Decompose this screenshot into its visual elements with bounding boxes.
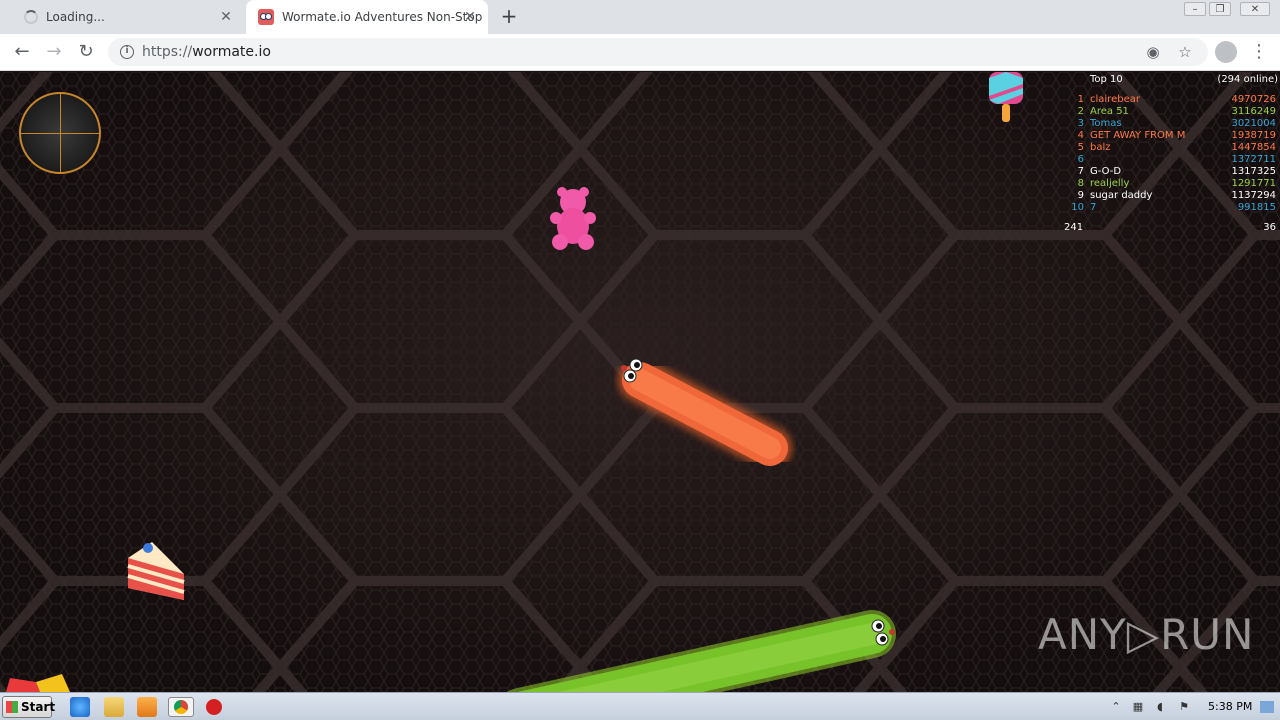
loading-spinner-icon (24, 10, 38, 24)
leaderboard-rank: 1 (1077, 94, 1084, 105)
leaderboard-player-name: 7 (1090, 202, 1097, 213)
media-player-icon[interactable] (137, 697, 157, 717)
restore-icon[interactable]: ❐ (1209, 2, 1231, 16)
leaderboard-score: 4970726 (1231, 94, 1276, 105)
leaderboard-rank: 8 (1077, 178, 1084, 189)
leaderboard-row: 7 G-O-D 1317325 (1064, 166, 1276, 178)
leaderboard-score: 3021004 (1231, 118, 1276, 129)
flag-icon[interactable]: ⚑ (1178, 701, 1190, 713)
address-bar[interactable]: i https://wormate.io ◉ ☆ (108, 38, 1208, 66)
internet-explorer-icon[interactable] (70, 697, 90, 717)
leaderboard-rank: 6 (1077, 154, 1084, 165)
leaderboard-score: 1372711 (1231, 154, 1276, 165)
menu-kebab-icon[interactable]: ⋮ (1250, 40, 1268, 64)
leaderboard-row: 6 1372711 (1064, 154, 1276, 166)
leaderboard-player-name: sugar daddy (1090, 190, 1153, 201)
url-host: wormate.io (192, 44, 271, 60)
anyrun-watermark: ANY▷RUN (1038, 610, 1255, 659)
reload-icon[interactable]: ↻ (74, 40, 98, 64)
leaderboard-player-name: Tomas (1090, 118, 1122, 129)
site-info-icon[interactable]: i (120, 45, 134, 59)
online-count: (294 online) (1217, 74, 1278, 85)
leaderboard-score: 3116249 (1231, 106, 1276, 117)
green-worm-enemy (506, 610, 896, 692)
leaderboard-footer-left: 241 (1064, 222, 1084, 233)
start-label: Start (21, 700, 56, 714)
forward-arrow-icon[interactable]: → (42, 40, 66, 64)
leaderboard-rank: 7 (1077, 166, 1084, 177)
leaderboard-title: Top 10 (1090, 74, 1123, 85)
leaderboard-row: 3 Tomas 3021004 (1064, 118, 1276, 130)
taskbar-clock[interactable]: 5:38 PM (1208, 700, 1252, 713)
leaderboard-player-name: clairebear (1090, 94, 1140, 105)
warning-icon[interactable] (206, 699, 222, 715)
game-canvas[interactable]: Top 10 (294 online) 1 clairebear 4970726 2 A… (0, 72, 1280, 692)
bookmark-star-icon[interactable]: ☆ (1176, 43, 1194, 61)
leaderboard-score: 991815 (1237, 202, 1276, 213)
back-arrow-icon[interactable]: ← (10, 40, 34, 64)
minimize-icon[interactable]: – (1184, 2, 1206, 16)
chrome-taskbar-button[interactable] (168, 697, 194, 717)
orange-worm-player (618, 358, 792, 470)
tab-wormate[interactable]: Wormate.io Adventures Non-Stop ✕ (246, 0, 488, 34)
start-button[interactable]: Start (2, 696, 56, 718)
leaderboard-player-name: Area 51 (1090, 106, 1129, 117)
leaderboard-score: 1447854 (1231, 142, 1276, 153)
tab-strip: Loading... ✕ Wormate.io Adventures Non-S… (0, 0, 1280, 34)
leaderboard-row: 2 Area 51 3116249 (1064, 106, 1276, 118)
leaderboard-rank: 4 (1077, 130, 1084, 141)
leaderboard-score: 1938719 (1231, 130, 1276, 141)
leaderboard-row: 10 7 991815 (1064, 202, 1276, 214)
folder-icon[interactable] (104, 697, 124, 717)
leaderboard-row: 5 balz 1447854 (1064, 142, 1276, 154)
tab-label: Wormate.io Adventures Non-Stop (282, 10, 483, 24)
window-close-icon[interactable]: ✕ (1240, 2, 1270, 16)
windows-taskbar: Start ⌃ ▦ ◖ ⚑ 5:38 PM (0, 692, 1280, 720)
tab-label: Loading... (46, 10, 105, 24)
leaderboard-player-name: G-O-D (1090, 166, 1122, 177)
tab-close-icon[interactable]: ✕ (462, 9, 478, 25)
profile-avatar-icon[interactable] (1215, 41, 1237, 63)
leaderboard-rank: 10 (1071, 202, 1084, 213)
wormate-favicon-icon (258, 9, 274, 25)
leaderboard-footer-right: 36 (1263, 222, 1276, 233)
leaderboard-score: 1137294 (1231, 190, 1276, 201)
cake-slice-food-icon (127, 542, 185, 600)
leaderboard-rank: 3 (1077, 118, 1084, 129)
leaderboard-player-name: balz (1090, 142, 1111, 153)
gummy-bear-food-icon (550, 187, 596, 250)
url-scheme: https:// (142, 44, 193, 60)
show-desktop-icon[interactable] (1260, 701, 1274, 713)
leaderboard-rank: 9 (1077, 190, 1084, 201)
leaderboard-rank: 2 (1077, 106, 1084, 117)
tab-loading[interactable]: Loading... ✕ (8, 0, 244, 34)
minimap (19, 92, 101, 174)
location-icon[interactable]: ◉ (1144, 43, 1162, 61)
leaderboard-score: 1291771 (1231, 178, 1276, 189)
chrome-icon (174, 700, 188, 714)
leaderboard-score: 1317325 (1231, 166, 1276, 177)
leaderboard-row: 1 clairebear 4970726 (1064, 94, 1276, 106)
browser-toolbar: ← → ↻ i https://wormate.io ◉ ☆ ⋮ (0, 34, 1280, 71)
leaderboard-rank: 5 (1077, 142, 1084, 153)
leaderboard-row: 9 sugar daddy 1137294 (1064, 190, 1276, 202)
leaderboard-row: 8 realjelly 1291771 (1064, 178, 1276, 190)
windows-flag-icon (6, 701, 18, 713)
leaderboard-player-name: GET AWAY FROM M (1090, 130, 1186, 141)
network-icon[interactable]: ▦ (1132, 701, 1144, 713)
new-tab-button[interactable]: + (498, 6, 520, 28)
url-text[interactable]: https://wormate.io (142, 44, 271, 60)
popsicle-food-icon (989, 72, 1023, 122)
tab-close-icon[interactable]: ✕ (218, 9, 234, 25)
tray-expand-icon[interactable]: ⌃ (1110, 701, 1122, 713)
gift-box-food-icon (6, 674, 70, 692)
leaderboard-row: 4 GET AWAY FROM M 1938719 (1064, 130, 1276, 142)
volume-icon[interactable]: ◖ (1154, 701, 1166, 713)
leaderboard-player-name: realjelly (1090, 178, 1130, 189)
